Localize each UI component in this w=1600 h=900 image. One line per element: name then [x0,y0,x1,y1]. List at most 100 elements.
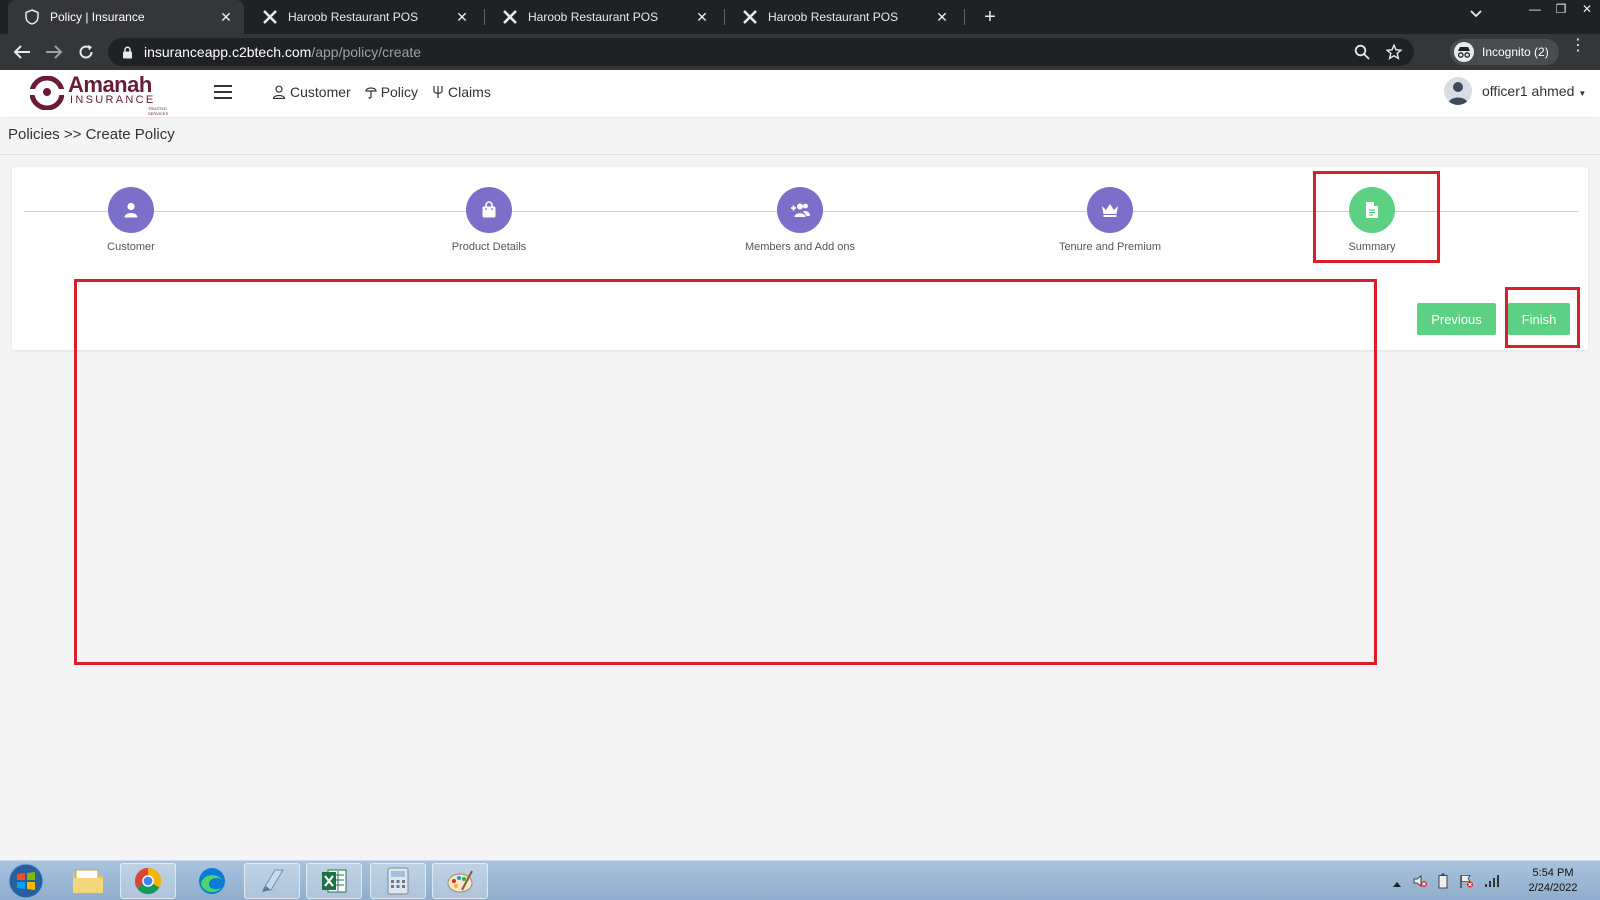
user-menu[interactable]: officer1 ahmed ▼ [1444,77,1586,105]
incognito-icon [1454,42,1474,62]
nav-customer-label: Customer [290,84,351,100]
previous-button[interactable]: Previous [1417,303,1496,335]
url-text: insuranceapp.c2btech.com/app/policy/crea… [144,44,421,60]
calculator-icon[interactable] [370,863,426,899]
users-plus-icon [777,187,823,233]
chrome-icon[interactable] [120,863,176,899]
logo-tagline: TRUSTED SERVICES [148,106,169,116]
browser-tab-haroob-3[interactable]: Haroob Restaurant POS ✕ [726,0,960,34]
tab-title: Haroob Restaurant POS [528,10,659,24]
clock-time: 5:54 PM [1532,867,1574,879]
taskbar-clock[interactable]: 5:54 PM 2/24/2022 [1518,866,1588,896]
tab-title: Policy | Insurance [50,10,145,24]
close-icon[interactable]: ✕ [218,9,234,26]
x-logo-icon [502,9,518,25]
highlight-empty-content-area [74,279,1377,665]
wizard-step-tenure-premium[interactable]: Tenure and Premium [1030,187,1190,253]
claims-icon [433,86,443,98]
tab-search-chevron-icon[interactable] [1470,6,1482,21]
close-window-icon[interactable]: ✕ [1574,0,1600,18]
action-center-flag-icon[interactable] [1458,873,1474,894]
caret-down-icon: ▼ [1578,89,1587,98]
tab-divider [964,9,965,25]
volume-muted-icon[interactable] [1412,873,1428,894]
highlight-summary-step [1313,171,1440,263]
window-controls: — ❐ ✕ [1522,0,1600,18]
edge-icon[interactable] [184,863,240,899]
hamburger-menu-icon[interactable] [214,85,232,99]
breadcrumb: Policies >> Create Policy [8,126,175,143]
browser-tab-haroob-1[interactable]: Haroob Restaurant POS ✕ [246,0,480,34]
bookmark-star-icon[interactable] [1385,43,1403,65]
close-icon[interactable]: ✕ [694,9,710,26]
tab-title: Haroob Restaurant POS [288,10,419,24]
user-name-text: officer1 ahmed [1482,83,1575,99]
network-signal-icon[interactable] [1484,874,1500,893]
tab-title: Haroob Restaurant POS [768,10,899,24]
nav-policy-label: Policy [380,84,419,100]
system-tray [1392,873,1500,894]
top-navigation: Customer Policy Claims [272,84,491,100]
umbrella-icon [365,87,377,99]
nav-claims-label: Claims [448,84,491,100]
reload-icon[interactable] [74,40,98,64]
tab-divider [484,9,485,25]
address-bar[interactable]: insuranceapp.c2btech.com/app/policy/crea… [108,38,1414,66]
breadcrumb-divider [0,154,1600,155]
step-label: Customer [107,241,155,253]
restore-icon[interactable]: ❐ [1548,0,1574,18]
breadcrumb-policies[interactable]: Policies [8,126,60,143]
avatar [1444,77,1472,105]
wizard-step-members-add-ons[interactable]: Members and Add ons [720,187,880,253]
windows-start-icon[interactable] [4,862,48,900]
excel-icon[interactable] [306,863,362,899]
nav-customer[interactable]: Customer [272,84,351,100]
highlight-finish-button [1505,287,1580,348]
show-hidden-icons-icon[interactable] [1392,875,1402,893]
logo-emblem-icon [30,76,64,110]
windows-taskbar: 5:54 PM 2/24/2022 [0,860,1600,900]
browser-menu-kebab-icon[interactable]: ⋮ [1570,38,1586,54]
app-header: Amanah INSURANCE TRUSTED SERVICES Custom… [0,70,1600,117]
nav-policy[interactable]: Policy [365,84,418,100]
lock-icon [120,45,134,59]
tab-divider [724,9,725,25]
notepad-icon[interactable] [244,863,300,899]
step-label: Tenure and Premium [1058,241,1162,253]
x-logo-icon [742,9,758,25]
file-explorer-icon[interactable] [60,863,116,899]
nav-claims[interactable]: Claims [432,84,491,100]
user-name: officer1 ahmed ▼ [1482,83,1586,99]
amanah-logo[interactable]: Amanah INSURANCE TRUSTED SERVICES [30,72,170,116]
paint-icon[interactable] [432,863,488,899]
step-label: Product Details [451,241,527,253]
browser-toolbar: insuranceapp.c2btech.com/app/policy/crea… [0,34,1600,70]
shield-icon [24,9,40,25]
shopping-bag-icon [466,187,512,233]
new-tab-plus-icon[interactable]: + [978,5,1002,29]
breadcrumb-current: Create Policy [85,126,175,143]
wizard-step-customer[interactable]: Customer [51,187,211,253]
incognito-label: Incognito (2) [1482,45,1549,59]
browser-tab-policy[interactable]: Policy | Insurance ✕ [8,0,244,34]
forward-arrow-icon[interactable] [42,40,66,64]
wizard-step-product-details[interactable]: Product Details [409,187,569,253]
incognito-badge[interactable]: Incognito (2) [1450,39,1559,65]
x-logo-icon [262,9,278,25]
minimize-icon[interactable]: — [1522,0,1548,18]
url-domain: insuranceapp.c2btech.com [144,44,312,60]
breadcrumb-separator: >> [63,126,82,143]
browser-tab-haroob-2[interactable]: Haroob Restaurant POS ✕ [486,0,720,34]
user-icon [108,187,154,233]
url-path: /app/policy/create [311,44,422,60]
step-label: Members and Add ons [744,241,856,253]
logo-subtitle: INSURANCE [70,94,156,106]
back-arrow-icon[interactable] [10,40,34,64]
zoom-magnifier-icon[interactable] [1354,44,1370,65]
close-icon[interactable]: ✕ [454,9,470,26]
user-icon [272,85,286,99]
clock-date: 2/24/2022 [1528,882,1578,894]
battery-icon[interactable] [1438,873,1448,894]
browser-tab-strip: Policy | Insurance ✕ Haroob Restaurant P… [0,0,1600,34]
close-icon[interactable]: ✕ [934,9,950,26]
